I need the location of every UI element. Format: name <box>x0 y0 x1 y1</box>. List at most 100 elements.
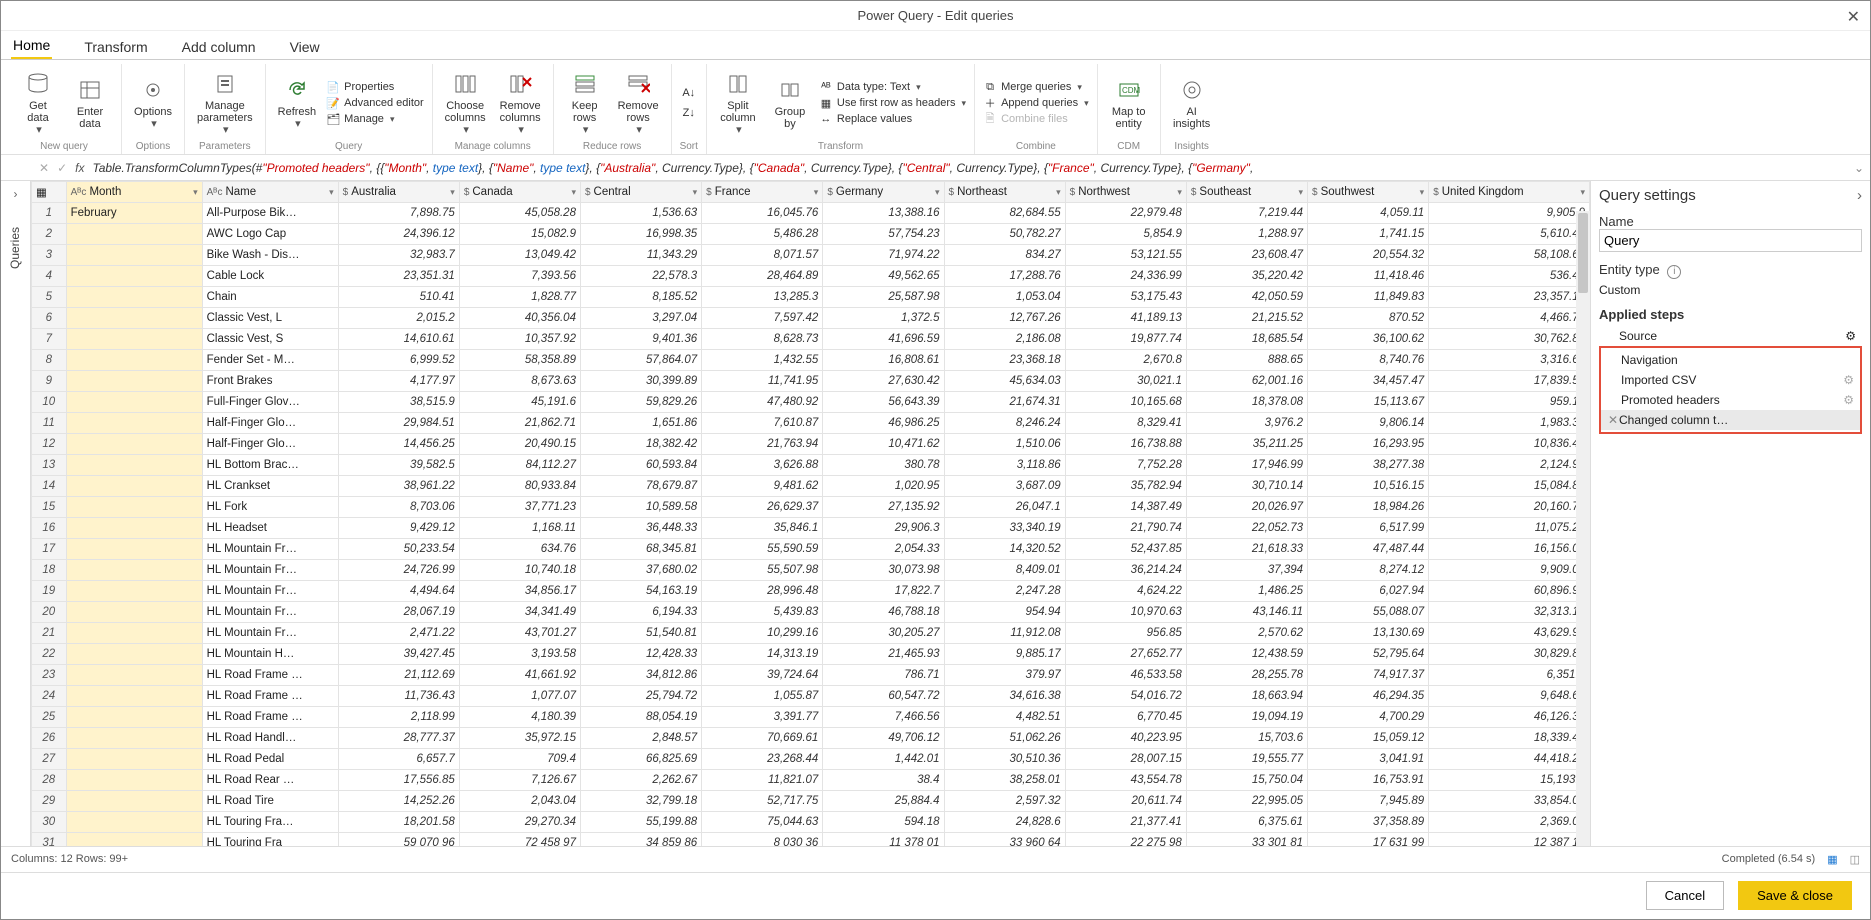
cell-value[interactable]: 9,905.9 <box>1429 203 1590 224</box>
col-header-france[interactable]: $France▾ <box>702 182 823 203</box>
cell-value[interactable]: 2,471.22 <box>338 623 459 644</box>
merge-queries-button[interactable]: ⧉Merge queries▾ <box>983 80 1082 94</box>
cell-value[interactable]: 4,177.97 <box>338 371 459 392</box>
cell-value[interactable]: 29,984.51 <box>338 413 459 434</box>
scrollbar-thumb[interactable] <box>1578 213 1588 293</box>
cell-value[interactable]: 1,651.86 <box>580 413 701 434</box>
cell-value[interactable]: 11,849.83 <box>1308 287 1429 308</box>
table-row[interactable]: 23HL Road Frame …21,112.6941,661.9234,81… <box>32 665 1590 686</box>
cell-value[interactable]: 11,418.46 <box>1308 266 1429 287</box>
row-number[interactable]: 2 <box>32 224 67 245</box>
cell-value[interactable]: 6,375.61 <box>1186 812 1307 833</box>
col-header-germany[interactable]: $Germany▾ <box>823 182 944 203</box>
cell-month[interactable] <box>66 476 202 497</box>
table-row[interactable]: 25HL Road Frame …2,118.994,180.3988,054.… <box>32 707 1590 728</box>
cell-value[interactable]: 870.52 <box>1308 308 1429 329</box>
cell-value[interactable]: 46,986.25 <box>823 413 944 434</box>
cell-value[interactable]: 52,717.75 <box>702 791 823 812</box>
cell-value[interactable]: 19,094.19 <box>1186 707 1307 728</box>
cell-value[interactable]: 8,246.24 <box>944 413 1065 434</box>
cell-value[interactable]: 45,634.03 <box>944 371 1065 392</box>
cell-value[interactable]: 2,247.28 <box>944 581 1065 602</box>
cell-value[interactable]: 7,898.75 <box>338 203 459 224</box>
cell-value[interactable]: 12,438.59 <box>1186 644 1307 665</box>
cell-name[interactable]: Full-Finger Glov… <box>202 392 338 413</box>
cell-value[interactable]: 4,466.78 <box>1429 308 1590 329</box>
cell-month[interactable] <box>66 434 202 455</box>
cell-value[interactable]: 35,846.1 <box>702 518 823 539</box>
cell-value[interactable]: 18,685.54 <box>1186 329 1307 350</box>
options-button[interactable]: Options▾ <box>130 74 176 132</box>
cell-value[interactable]: 15,082.9 <box>459 224 580 245</box>
tab-view[interactable]: View <box>288 35 322 59</box>
cell-value[interactable]: 60,547.72 <box>823 686 944 707</box>
query-name-input[interactable] <box>1599 229 1862 252</box>
cell-value[interactable]: 9,806.14 <box>1308 413 1429 434</box>
cell-value[interactable]: 16,738.88 <box>1065 434 1186 455</box>
cell-value[interactable]: 10,299.16 <box>702 623 823 644</box>
cell-value[interactable]: 6,517.99 <box>1308 518 1429 539</box>
filter-icon[interactable]: ▾ <box>1580 187 1585 198</box>
cell-value[interactable]: 786.71 <box>823 665 944 686</box>
cell-value[interactable]: 55,507.98 <box>702 560 823 581</box>
cell-month[interactable] <box>66 770 202 791</box>
cell-name[interactable]: HL Touring Fra <box>202 833 338 846</box>
table-row[interactable]: 10Full-Finger Glov…38,515.945,191.659,82… <box>32 392 1590 413</box>
cell-month[interactable] <box>66 245 202 266</box>
row-number[interactable]: 26 <box>32 728 67 749</box>
cell-value[interactable]: 60,593.84 <box>580 455 701 476</box>
table-row[interactable]: 18HL Mountain Fr…24,726.9910,740.1837,68… <box>32 560 1590 581</box>
cell-value[interactable]: 88,054.19 <box>580 707 701 728</box>
cell-value[interactable]: 59 070 96 <box>338 833 459 846</box>
cell-value[interactable]: 1,741.15 <box>1308 224 1429 245</box>
cell-value[interactable]: 82,684.55 <box>944 203 1065 224</box>
row-number[interactable]: 11 <box>32 413 67 434</box>
cell-value[interactable]: 84,112.27 <box>459 455 580 476</box>
cell-name[interactable]: Classic Vest, S <box>202 329 338 350</box>
cell-value[interactable]: 3,626.88 <box>702 455 823 476</box>
col-header-southeast[interactable]: $Southeast▾ <box>1186 182 1307 203</box>
cell-value[interactable]: 3,041.91 <box>1308 749 1429 770</box>
cell-value[interactable]: 959.14 <box>1429 392 1590 413</box>
cell-value[interactable]: 52,795.64 <box>1308 644 1429 665</box>
cell-value[interactable]: 11,741.95 <box>702 371 823 392</box>
cell-value[interactable]: 2,369.02 <box>1429 812 1590 833</box>
cell-value[interactable]: 23,608.47 <box>1186 245 1307 266</box>
table-row[interactable]: 27HL Road Pedal6,657.7709.466,825.6923,2… <box>32 749 1590 770</box>
cell-value[interactable]: 30,073.98 <box>823 560 944 581</box>
cell-value[interactable]: 10,357.92 <box>459 329 580 350</box>
cell-value[interactable]: 24,726.99 <box>338 560 459 581</box>
cell-value[interactable]: 11 378 01 <box>823 833 944 846</box>
data-type-button[interactable]: ᴬᴮData type: Text▾ <box>819 80 921 94</box>
cell-value[interactable]: 10,516.15 <box>1308 476 1429 497</box>
filter-icon[interactable]: ▾ <box>571 187 576 198</box>
cell-value[interactable]: 12,428.33 <box>580 644 701 665</box>
cell-value[interactable]: 35,220.42 <box>1186 266 1307 287</box>
cell-value[interactable]: 38,277.38 <box>1308 455 1429 476</box>
cell-value[interactable]: 60,896.96 <box>1429 581 1590 602</box>
step-changed-column-types[interactable]: ✕Changed column t… <box>1601 410 1860 430</box>
cell-month[interactable] <box>66 686 202 707</box>
cell-value[interactable]: 58,358.89 <box>459 350 580 371</box>
cell-value[interactable]: 34,616.38 <box>944 686 1065 707</box>
cell-name[interactable]: HL Mountain Fr… <box>202 539 338 560</box>
cell-value[interactable]: 37,680.02 <box>580 560 701 581</box>
cell-value[interactable]: 7,219.44 <box>1186 203 1307 224</box>
cell-value[interactable]: 21,215.52 <box>1186 308 1307 329</box>
cell-value[interactable]: 834.27 <box>944 245 1065 266</box>
step-promoted-headers[interactable]: Promoted headers⚙ <box>1601 390 1860 410</box>
cell-value[interactable]: 34,856.17 <box>459 581 580 602</box>
filter-icon[interactable]: ▾ <box>450 187 455 198</box>
cell-month[interactable] <box>66 455 202 476</box>
table-row[interactable]: 16HL Headset9,429.121,168.1136,448.3335,… <box>32 518 1590 539</box>
cell-name[interactable]: HL Road Rear … <box>202 770 338 791</box>
cell-value[interactable]: 1,077.07 <box>459 686 580 707</box>
cell-month[interactable] <box>66 350 202 371</box>
cell-value[interactable]: 2,570.62 <box>1186 623 1307 644</box>
cell-value[interactable]: 9,648.64 <box>1429 686 1590 707</box>
cell-value[interactable]: 39,724.64 <box>702 665 823 686</box>
cell-name[interactable]: HL Crankset <box>202 476 338 497</box>
table-row[interactable]: 14HL Crankset38,961.2280,933.8478,679.87… <box>32 476 1590 497</box>
ai-insights-button[interactable]: AI insights <box>1169 74 1215 132</box>
cell-value[interactable]: 46,294.35 <box>1308 686 1429 707</box>
